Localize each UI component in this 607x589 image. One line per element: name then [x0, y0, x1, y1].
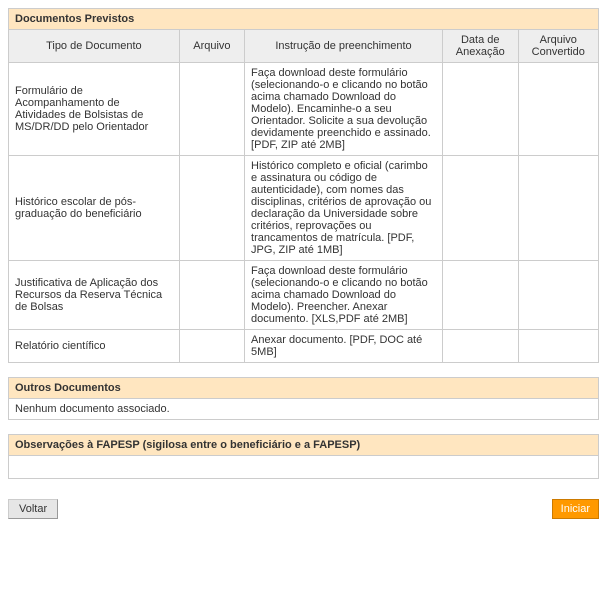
cell-tipo: Justificativa de Aplicação dos Recursos …	[9, 261, 180, 330]
cell-instrucao: Histórico completo e oficial (carimbo e …	[245, 156, 443, 261]
header-instrucao: Instrução de preenchimento	[245, 30, 443, 63]
outros-documentos-message: Nenhum documento associado.	[9, 399, 599, 420]
outros-documentos-table: Outros Documentos Nenhum documento assoc…	[8, 377, 599, 420]
table-row: Histórico escolar de pós-graduação do be…	[9, 156, 599, 261]
cell-arquivo	[179, 156, 244, 261]
voltar-button[interactable]: Voltar	[8, 499, 58, 519]
header-convertido: Arquivo Convertido	[518, 30, 598, 63]
header-arquivo: Arquivo	[179, 30, 244, 63]
documentos-previstos-table: Documentos Previstos Tipo de Documento A…	[8, 8, 599, 363]
observacoes-title: Observações à FAPESP (sigilosa entre o b…	[9, 435, 599, 456]
cell-data	[442, 330, 518, 363]
cell-data	[442, 156, 518, 261]
table-row: Relatório científico Anexar documento. […	[9, 330, 599, 363]
iniciar-button[interactable]: Iniciar	[552, 499, 599, 519]
cell-instrucao: Faça download deste formulário (selecion…	[245, 261, 443, 330]
cell-convertido	[518, 156, 598, 261]
cell-tipo: Histórico escolar de pós-graduação do be…	[9, 156, 180, 261]
button-row: Voltar Iniciar	[8, 499, 599, 519]
outros-documentos-title: Outros Documentos	[9, 378, 599, 399]
cell-convertido	[518, 63, 598, 156]
cell-arquivo	[179, 330, 244, 363]
cell-convertido	[518, 330, 598, 363]
cell-arquivo	[179, 261, 244, 330]
table-row: Justificativa de Aplicação dos Recursos …	[9, 261, 599, 330]
cell-tipo: Formulário de Acompanhamento de Atividad…	[9, 63, 180, 156]
cell-instrucao: Anexar documento. [PDF, DOC até 5MB]	[245, 330, 443, 363]
cell-instrucao: Faça download deste formulário (selecion…	[245, 63, 443, 156]
observacoes-content	[9, 456, 599, 479]
header-tipo: Tipo de Documento	[9, 30, 180, 63]
cell-arquivo	[179, 63, 244, 156]
cell-convertido	[518, 261, 598, 330]
observacoes-table: Observações à FAPESP (sigilosa entre o b…	[8, 434, 599, 479]
cell-data	[442, 63, 518, 156]
header-data: Data de Anexação	[442, 30, 518, 63]
cell-tipo: Relatório científico	[9, 330, 180, 363]
table-row: Formulário de Acompanhamento de Atividad…	[9, 63, 599, 156]
cell-data	[442, 261, 518, 330]
documentos-previstos-title: Documentos Previstos	[9, 9, 599, 30]
